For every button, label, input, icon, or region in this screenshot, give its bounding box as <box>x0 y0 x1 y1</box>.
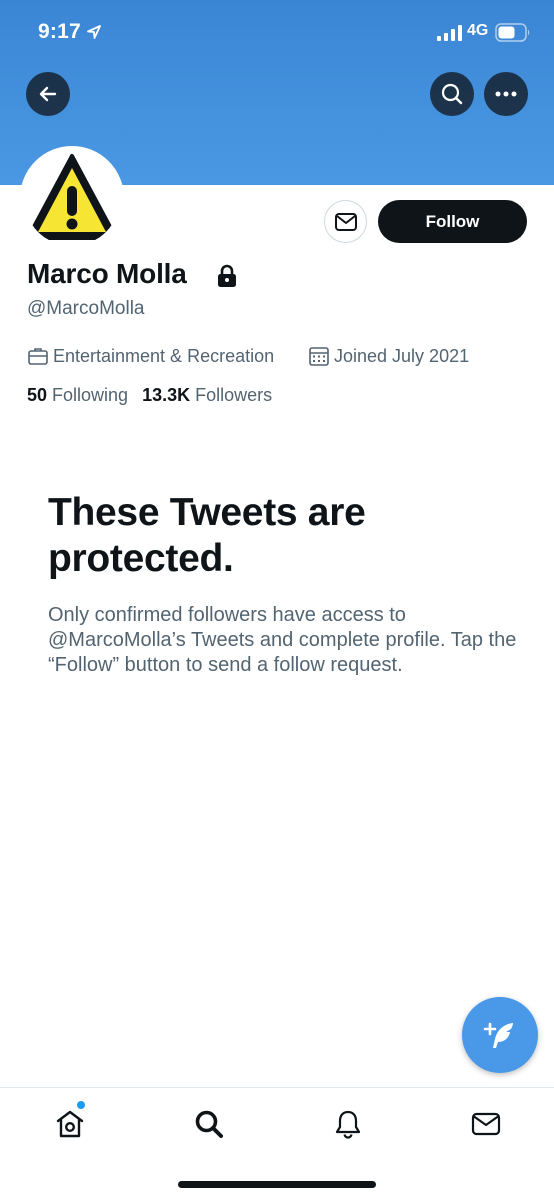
follow-button[interactable]: Follow <box>378 200 527 243</box>
signal-strength-icon <box>437 25 462 41</box>
warning-sign-icon <box>26 154 118 240</box>
tab-search[interactable] <box>191 1106 227 1142</box>
followers-link[interactable]: 13.3K Followers <box>142 385 272 406</box>
arrow-left-icon <box>39 86 57 102</box>
profile-joined-date: Joined July 2021 <box>308 345 469 367</box>
location-arrow-icon <box>87 25 101 39</box>
home-indicator[interactable] <box>178 1181 376 1188</box>
profile-handle: @MarcoMolla <box>27 298 145 319</box>
tab-notifications[interactable] <box>330 1106 366 1142</box>
lock-icon <box>218 264 236 287</box>
more-dots-icon <box>495 91 517 97</box>
status-bar: 9:17 4G <box>0 0 554 66</box>
profile-category-label: Entertainment & Recreation <box>53 345 275 366</box>
protected-notice-body: Only confirmed followers have access to … <box>48 604 517 676</box>
search-button[interactable] <box>430 72 474 116</box>
display-name: Marco Molla <box>27 258 187 289</box>
home-icon <box>56 1110 84 1138</box>
message-button[interactable] <box>324 200 367 243</box>
compose-feather-icon <box>483 1022 513 1048</box>
protected-notice-title: These Tweets are protected. <box>48 491 366 580</box>
network-label: 4G <box>467 22 489 39</box>
tab-messages[interactable] <box>468 1106 504 1142</box>
home-notification-dot <box>77 1101 85 1109</box>
search-icon <box>195 1110 223 1138</box>
tab-home[interactable] <box>52 1106 88 1142</box>
calendar-icon <box>309 347 329 366</box>
following-count: 50 <box>27 385 48 405</box>
following-label: Following <box>52 385 129 405</box>
followers-label: Followers <box>195 385 273 405</box>
followers-count: 13.3K <box>142 385 191 405</box>
compose-tweet-button[interactable] <box>462 997 538 1073</box>
back-button[interactable] <box>26 72 70 116</box>
profile-joined-label: Joined July 2021 <box>334 345 470 366</box>
status-time: 9:17 <box>38 20 81 43</box>
follow-stats: 50 Following 13.3K Followers <box>27 385 286 406</box>
battery-icon <box>495 23 530 42</box>
profile-category: Entertainment & Recreation <box>27 345 274 367</box>
envelope-icon <box>471 1112 501 1136</box>
profile-avatar[interactable] <box>20 146 124 250</box>
following-link[interactable]: 50 Following <box>27 385 128 406</box>
bell-icon <box>335 1110 361 1139</box>
envelope-icon <box>334 212 357 231</box>
search-icon <box>441 83 463 105</box>
briefcase-icon <box>28 348 48 365</box>
more-options-button[interactable] <box>484 72 528 116</box>
